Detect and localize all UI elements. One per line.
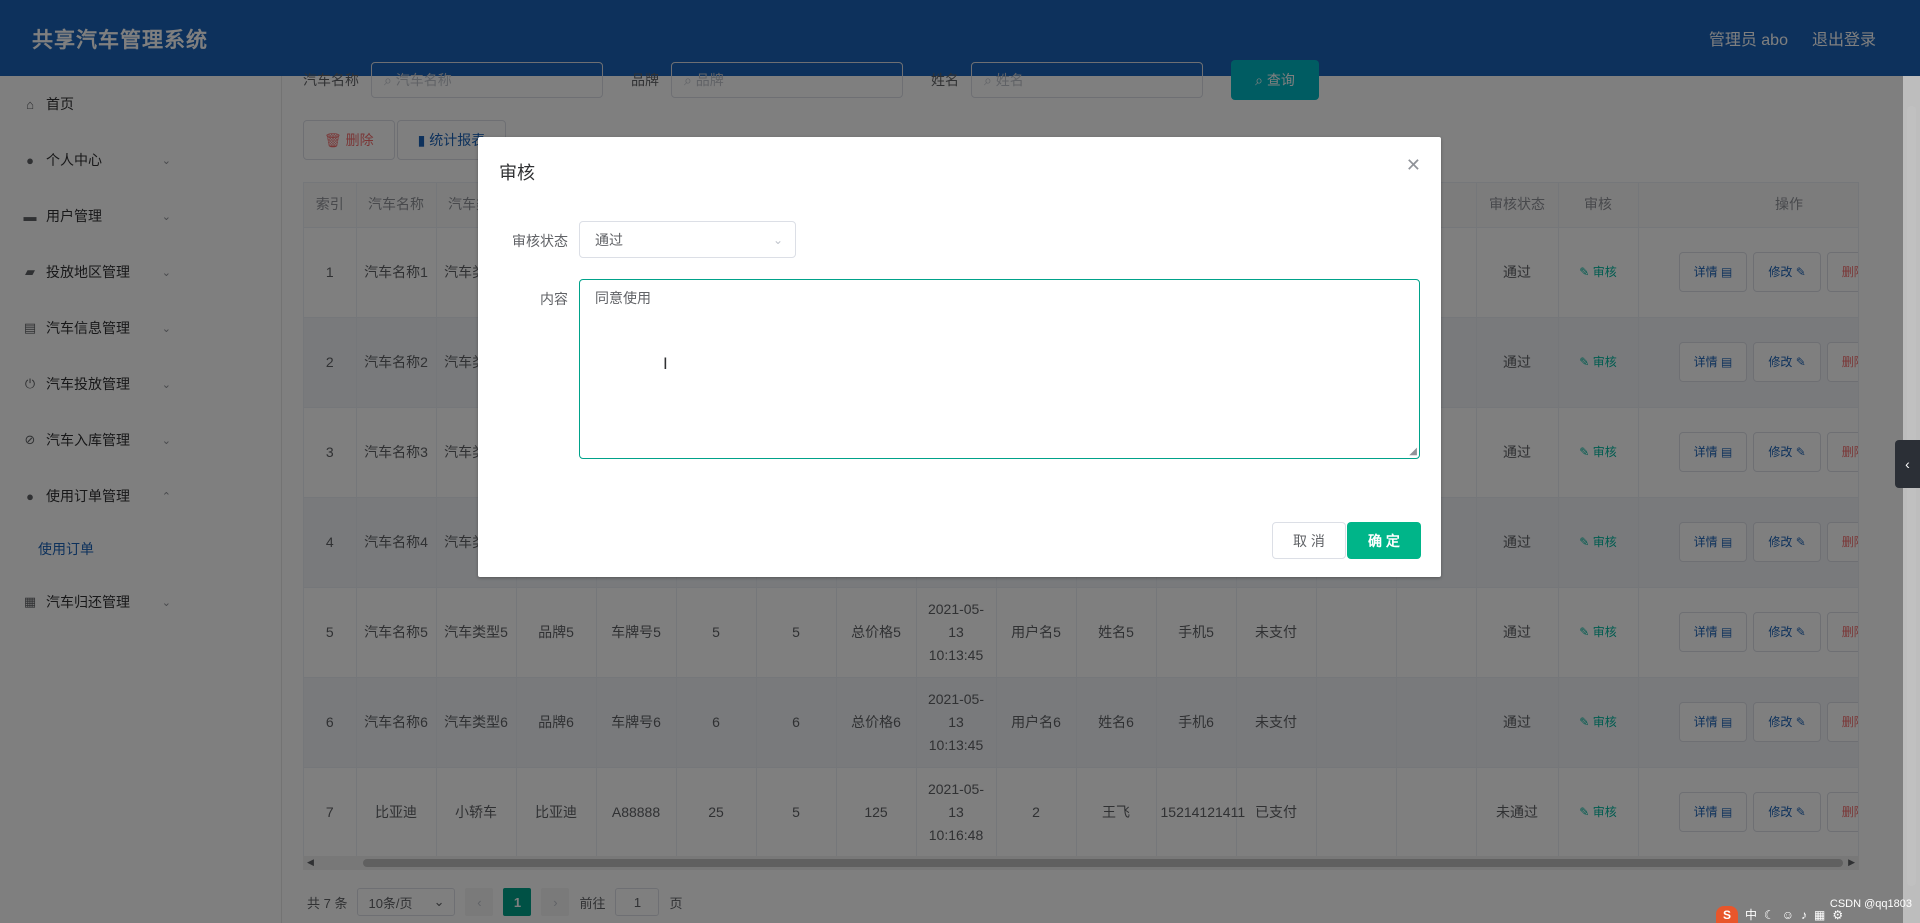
vertical-scrollbar-thumb[interactable] xyxy=(1907,106,1916,886)
settings-icon[interactable]: ⚙ xyxy=(1832,908,1843,922)
audit-status-select[interactable]: 通过 ⌄ xyxy=(579,221,796,258)
chevron-down-icon: ⌄ xyxy=(772,232,783,247)
vertical-scrollbar[interactable] xyxy=(1903,76,1920,923)
resize-handle-icon[interactable]: ◢ xyxy=(1409,446,1417,457)
cancel-button[interactable]: 取 消 xyxy=(1272,522,1346,559)
emoji-icon[interactable]: ☺ xyxy=(1782,908,1794,922)
dialog-title: 审核 xyxy=(499,163,535,183)
content-textarea[interactable]: 同意使用 ◢ xyxy=(579,279,1420,459)
side-collapse-tab[interactable]: ‹ xyxy=(1895,440,1920,488)
confirm-button[interactable]: 确 定 xyxy=(1347,522,1421,559)
ime-language[interactable]: 中 xyxy=(1745,906,1757,923)
close-icon[interactable]: ✕ xyxy=(1406,155,1421,176)
moon-icon[interactable]: ☾ xyxy=(1764,908,1775,922)
content-label: 内容 xyxy=(540,291,568,307)
system-tray: S 中 ☾ ☺ ♪ ▦ ⚙ xyxy=(1716,906,1920,923)
ime-logo-icon[interactable]: S xyxy=(1716,906,1738,923)
mic-icon[interactable]: ♪ xyxy=(1801,908,1807,922)
chevron-left-icon: ‹ xyxy=(1905,456,1910,472)
keyboard-icon[interactable]: ▦ xyxy=(1814,908,1825,922)
audit-dialog: 审核 ✕ 审核状态 通过 ⌄ 内容 同意使用 ◢ I 取 消 确 定 xyxy=(478,137,1441,577)
text-cursor-icon: I xyxy=(663,354,668,373)
audit-status-label: 审核状态 xyxy=(512,233,568,249)
